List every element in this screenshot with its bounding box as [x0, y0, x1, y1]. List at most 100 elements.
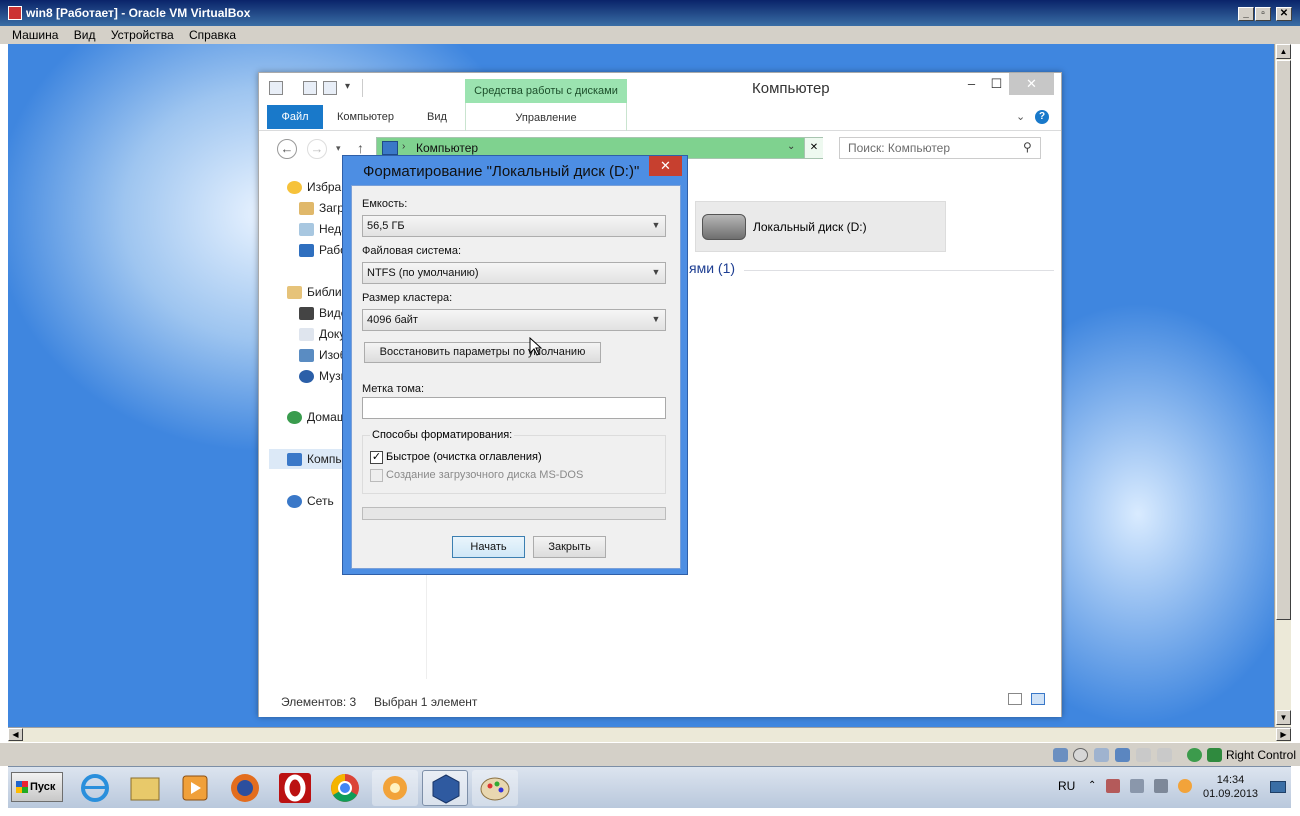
help-icon[interactable]: ? [1035, 110, 1049, 124]
show-hidden-icons-icon[interactable]: ⌃ [1088, 780, 1096, 791]
computer-icon [269, 81, 283, 95]
status-item-count: Элементов: 3 [281, 695, 357, 709]
address-dropdown-icon[interactable]: ⌄ [787, 141, 795, 152]
nav-item-network[interactable]: Сеть [287, 491, 347, 511]
network-status-icon[interactable] [1130, 779, 1144, 793]
new-folder-icon[interactable] [323, 81, 337, 95]
scroll-down-icon[interactable]: ▼ [1276, 710, 1291, 725]
menu-item-view[interactable]: Вид [74, 28, 96, 42]
show-desktop-icon[interactable] [1270, 781, 1286, 793]
disk-tools-tab-group: Средства работы с дисками [465, 79, 627, 103]
nav-item-documents[interactable]: Доку [299, 324, 347, 344]
recent-places-icon [299, 223, 314, 237]
scroll-up-icon[interactable]: ▲ [1276, 44, 1291, 59]
nav-item-videos[interactable]: Виде [299, 303, 347, 323]
firefox-icon[interactable] [222, 770, 268, 806]
menu-item-help[interactable]: Справка [189, 28, 236, 42]
shared-folders-icon[interactable] [1136, 748, 1151, 762]
close-icon[interactable]: ✕ [1276, 7, 1292, 21]
chevron-down-icon: ▼ [651, 267, 661, 277]
nav-item-recent[interactable]: Неда [299, 219, 347, 239]
flower-app-icon[interactable] [372, 770, 418, 806]
windows-logo-icon [16, 781, 28, 793]
internet-explorer-icon[interactable] [72, 770, 118, 806]
msdos-boot-label: Создание загрузочного диска MS-DOS [386, 469, 584, 481]
format-dialog: Форматирование "Локальный диск (D:)" ✕ Е… [342, 155, 688, 575]
quick-format-checkbox[interactable]: ✓ [370, 451, 383, 464]
nav-item-libraries[interactable]: Библи [287, 282, 347, 302]
minimize-icon[interactable]: _ [1238, 7, 1254, 21]
start-button[interactable]: Пуск [11, 772, 63, 802]
language-indicator[interactable]: RU [1058, 779, 1075, 793]
drive-tile-d[interactable]: Локальный диск (D:) [695, 201, 946, 252]
horizontal-scrollbar[interactable]: ◀ ▶ [8, 727, 1291, 742]
nav-item-downloads[interactable]: Загр [299, 198, 347, 218]
scrollbar-thumb[interactable] [1276, 60, 1291, 620]
clock[interactable]: 14:34 01.09.2013 [1203, 773, 1258, 801]
tab-manage[interactable]: Управление [465, 103, 627, 131]
restore-icon[interactable]: ▫ [1255, 7, 1271, 21]
close-icon[interactable]: ✕ [1009, 73, 1054, 95]
group-header[interactable]: ями (1) [689, 260, 1054, 280]
nav-item-pictures[interactable]: Изоб [299, 345, 347, 365]
details-view-icon[interactable] [1008, 693, 1022, 705]
filesystem-select[interactable]: NTFS (по умолчанию) ▼ [362, 262, 666, 284]
tiles-view-icon[interactable] [1031, 693, 1045, 705]
vertical-scrollbar[interactable]: ▲ ▼ [1274, 44, 1291, 727]
volume-icon[interactable] [1154, 779, 1168, 793]
host-key-label: Right Control [1225, 748, 1296, 762]
hard-disk-icon[interactable] [1053, 748, 1068, 762]
file-manager-icon[interactable] [122, 770, 168, 806]
display-icon[interactable] [1157, 748, 1172, 762]
breadcrumb-computer[interactable]: Компьютер [416, 141, 478, 155]
taskbar: Пуск RU ⌃ 14:34 01.09.2013 [8, 766, 1291, 808]
scroll-right-icon[interactable]: ▶ [1276, 728, 1291, 741]
scroll-left-icon[interactable]: ◀ [8, 728, 23, 741]
restore-defaults-button[interactable]: Восстановить параметры по умолчанию [364, 342, 601, 363]
search-icon[interactable]: ⚲ [1023, 140, 1032, 154]
filesystem-label: Файловая система: [362, 245, 462, 257]
start-button[interactable]: Начать [452, 536, 525, 558]
tab-computer[interactable]: Компьютер [337, 105, 394, 129]
computer-icon [287, 453, 302, 467]
nav-item-music[interactable]: Музы [299, 366, 347, 386]
optical-drive-icon[interactable] [1073, 748, 1088, 762]
search-input[interactable]: Поиск: Компьютер ⚲ [839, 137, 1041, 159]
cluster-size-select[interactable]: 4096 байт ▼ [362, 309, 666, 331]
menu-item-machine[interactable]: Машина [12, 28, 58, 42]
chrome-icon[interactable] [322, 770, 368, 806]
close-button[interactable]: Закрыть [533, 536, 606, 558]
back-icon[interactable]: ← [277, 139, 297, 159]
breadcrumb-chevron-icon[interactable]: › [402, 141, 405, 152]
menu-item-devices[interactable]: Устройства [111, 28, 174, 42]
up-icon[interactable]: ↑ [357, 140, 364, 156]
properties-icon[interactable] [303, 81, 317, 95]
tab-view[interactable]: Вид [427, 105, 447, 129]
network-adapter-icon[interactable] [1115, 748, 1130, 762]
media-player-icon[interactable] [172, 770, 218, 806]
dialog-close-button[interactable]: ✕ [649, 156, 682, 176]
refresh-icon[interactable]: ✕ [804, 138, 823, 158]
capacity-select[interactable]: 56,5 ГБ ▼ [362, 215, 666, 237]
dialog-body: Емкость: 56,5 ГБ ▼ Файловая система: NTFS… [351, 185, 681, 569]
recent-locations-icon[interactable]: ▾ [336, 143, 341, 154]
virtualbox-icon[interactable] [422, 770, 468, 806]
usb-icon[interactable] [1094, 748, 1109, 762]
volume-label-input[interactable] [362, 397, 666, 419]
forward-icon[interactable]: → [307, 139, 327, 159]
action-center-icon[interactable] [1106, 779, 1120, 793]
nav-item-computer[interactable]: Компь [269, 449, 347, 469]
expand-ribbon-icon[interactable]: ⌄ [1016, 110, 1025, 123]
status-selected: Выбран 1 элемент [374, 695, 478, 709]
tray-app-icon[interactable] [1178, 779, 1192, 793]
opera-icon[interactable] [272, 770, 318, 806]
msdos-boot-checkbox[interactable] [370, 469, 383, 482]
tab-file[interactable]: Файл [267, 105, 323, 129]
quick-format-label[interactable]: Быстрое (очистка оглавления) [386, 451, 542, 463]
nav-item-homegroup[interactable]: Домаш [287, 407, 347, 427]
nav-item-favorites[interactable]: Избра [287, 177, 347, 197]
virtualbox-app-icon [8, 6, 22, 20]
paint-icon[interactable] [472, 770, 518, 806]
nav-item-desktop[interactable]: Рабо [299, 240, 347, 260]
quick-access-dropdown-icon[interactable]: ▾ [345, 81, 350, 92]
